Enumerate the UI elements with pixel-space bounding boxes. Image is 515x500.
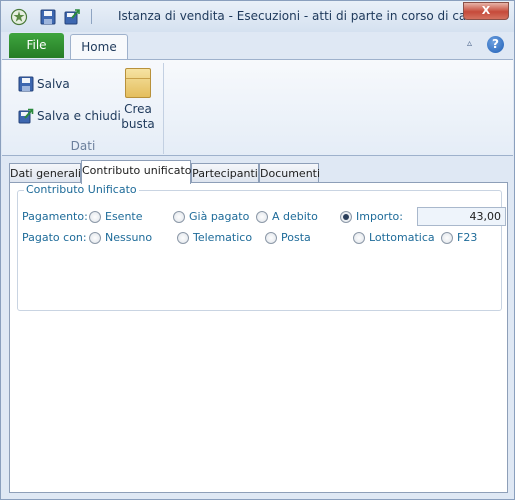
tab-content-panel: Contributo Unificato Pagamento: Esente G… (9, 182, 508, 493)
ribbon-panel: Salva Salva e chiudi Crea busta Dati (2, 59, 513, 156)
emblem-icon (10, 8, 28, 26)
save-icon[interactable] (39, 8, 57, 26)
title-bar: Istanza di vendita - Esecuzioni - atti d… (1, 1, 514, 32)
radio-circle (173, 210, 185, 223)
radio-nessuno-label: Nessuno (105, 231, 153, 244)
radio-circle (265, 231, 277, 244)
radio-telematico[interactable]: Telematico (177, 231, 252, 244)
radio-lottomatica-label: Lottomatica (369, 231, 435, 244)
radio-nessuno[interactable]: Nessuno (89, 231, 152, 244)
importo-field[interactable]: 43,00 (417, 207, 506, 226)
radio-importo[interactable]: Importo: (340, 210, 403, 223)
crea-busta-label-line1: Crea (124, 102, 152, 116)
pagamento-label: Pagamento: (22, 210, 88, 223)
radio-f23-label: F23 (457, 231, 478, 244)
radio-circle-checked (340, 210, 352, 223)
radio-lottomatica[interactable]: Lottomatica (353, 231, 435, 244)
form-tabs: Dati generali Contributo unificato Parte… (9, 160, 508, 184)
radio-a-debito[interactable]: A debito (256, 210, 318, 223)
save-close-icon[interactable] (63, 8, 81, 26)
crea-busta-button[interactable]: Crea busta (118, 68, 158, 132)
close-button[interactable]: X (463, 2, 509, 20)
radio-esente-label: Esente (105, 210, 143, 223)
tab-documenti[interactable]: Documenti (259, 163, 320, 183)
radio-importo-label: Importo: (356, 210, 403, 223)
radio-f23[interactable]: F23 (441, 231, 477, 244)
group-legend: Contributo Unificato (24, 183, 139, 196)
crea-busta-label-line2: busta (121, 117, 155, 131)
radio-posta-label: Posta (281, 231, 311, 244)
save-icon (18, 76, 34, 92)
file-tab[interactable]: File (9, 33, 64, 58)
radio-telematico-label: Telematico (193, 231, 253, 244)
save-close-icon (18, 108, 34, 124)
radio-circle (441, 231, 453, 244)
radio-gia-pagato-label: Già pagato (189, 210, 250, 223)
radio-circle (177, 231, 189, 244)
salva-e-chiudi-label: Salva e chiudi (37, 109, 121, 123)
home-tab[interactable]: Home (70, 34, 128, 60)
window-title: Istanza di vendita - Esecuzioni - atti d… (118, 9, 488, 23)
salva-label: Salva (37, 77, 70, 91)
radio-circle (256, 210, 268, 223)
quick-access-separator (91, 9, 92, 24)
salva-button[interactable]: Salva (18, 76, 70, 92)
help-icon[interactable]: ? (487, 36, 504, 53)
tab-dati-generali[interactable]: Dati generali (9, 163, 81, 183)
radio-circle (89, 231, 101, 244)
radio-circle (353, 231, 365, 244)
radio-posta[interactable]: Posta (265, 231, 311, 244)
pagato-con-label: Pagato con: (22, 231, 87, 244)
radio-a-debito-label: A debito (272, 210, 318, 223)
radio-circle (89, 210, 101, 223)
envelope-icon (125, 68, 151, 98)
salva-e-chiudi-button[interactable]: Salva e chiudi (18, 108, 121, 124)
contributo-unificato-group: Contributo Unificato Pagamento: Esente G… (17, 183, 506, 311)
minimize-ribbon-icon[interactable]: ▵ (467, 39, 477, 49)
radio-esente[interactable]: Esente (89, 210, 143, 223)
tab-partecipanti[interactable]: Partecipanti (191, 163, 259, 183)
radio-gia-pagato[interactable]: Già pagato (173, 210, 249, 223)
app-window: Istanza di vendita - Esecuzioni - atti d… (0, 0, 515, 500)
ribbon-group-separator (163, 63, 164, 154)
ribbon-group-label: Dati (70, 139, 96, 153)
tab-contributo-unificato[interactable]: Contributo unificato (81, 160, 192, 184)
ribbon-tabs: File Home ▵ ? (1, 32, 514, 60)
